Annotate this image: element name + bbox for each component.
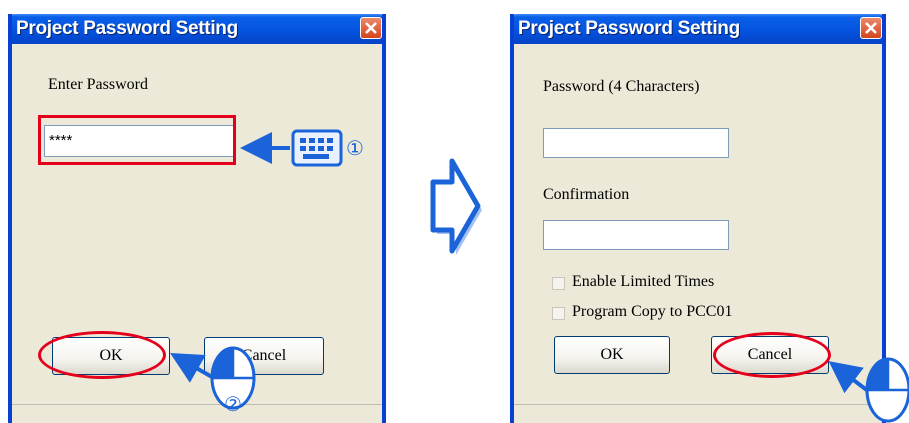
right-arrow-icon xyxy=(430,158,482,255)
step2-marker: ② xyxy=(224,392,242,416)
mouse-icon-2 xyxy=(865,357,909,423)
step1-marker: ① xyxy=(346,136,364,160)
step2-arrow xyxy=(170,353,213,383)
cancel-arrow xyxy=(828,361,870,394)
annotation-overlay xyxy=(170,129,909,423)
keyboard-icon xyxy=(291,129,343,167)
